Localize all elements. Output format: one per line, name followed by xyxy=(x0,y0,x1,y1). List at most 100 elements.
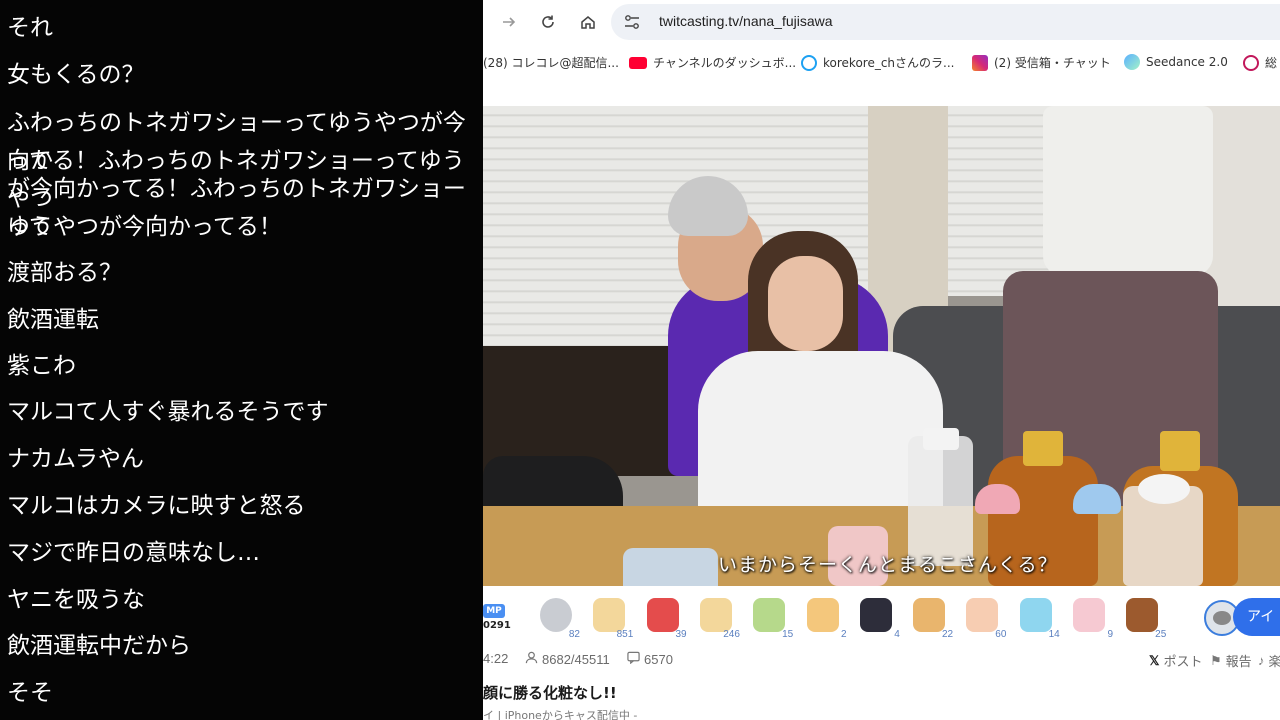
comment-line: 紫こわ xyxy=(7,353,76,379)
comment-line: ゆうやつが今向かってる！ xyxy=(7,214,282,240)
toast-gift-icon xyxy=(593,598,626,632)
niconico-icon xyxy=(801,54,817,71)
gift-count: 22 xyxy=(941,629,954,640)
toast-face-gift-icon xyxy=(699,598,732,632)
flower-toast-gift[interactable]: 9 xyxy=(1069,596,1113,640)
gift-count: 9 xyxy=(1107,629,1113,640)
gift-count: 15 xyxy=(782,629,794,640)
gift-count: 82 xyxy=(568,629,580,640)
reload-icon[interactable] xyxy=(534,8,562,36)
arrow-right-icon[interactable] xyxy=(495,8,523,36)
gift-count: 4 xyxy=(894,629,900,640)
comment-count-text: 6570 xyxy=(644,651,673,667)
music-label: 楽 xyxy=(1268,654,1280,669)
gift-count: 39 xyxy=(675,629,687,640)
item-button[interactable]: アイ xyxy=(1233,598,1280,636)
bread-flower-gift[interactable]: 22 xyxy=(909,596,953,640)
comment-icon xyxy=(627,651,640,667)
bookmark-item[interactable]: korekore_chさんのラ... xyxy=(801,54,954,71)
post-button[interactable]: 𝕏 ポスト xyxy=(1149,651,1203,670)
video-player[interactable]: いまからそーくんとまるこさんくる？ xyxy=(483,106,1280,586)
clap-gift-icon xyxy=(966,598,999,632)
santa-gift[interactable]: 39 xyxy=(643,596,687,640)
santa-gift-icon xyxy=(646,598,679,632)
music-button[interactable]: ♪ 楽 xyxy=(1258,651,1280,670)
youtube-icon xyxy=(629,56,647,69)
toast-orange-gift-icon xyxy=(806,598,839,632)
ninja-gift[interactable]: 4 xyxy=(856,596,900,640)
cup xyxy=(1073,484,1121,514)
instagram-icon xyxy=(972,54,988,71)
bookmark-item[interactable]: (2) 受信箱・チャット xyxy=(972,54,1111,71)
comment-line: マルコて人すぐ暴れるそうです xyxy=(7,399,329,425)
comment-line: ヤニを吸うな xyxy=(7,587,145,613)
bookmark-label: (28) コレコレ@超配信... xyxy=(483,56,619,70)
bookmark-item[interactable]: 総 xyxy=(1243,54,1277,71)
person-icon xyxy=(525,651,538,667)
toast-green-gift[interactable]: 15 xyxy=(749,596,793,640)
gift-count: 60 xyxy=(995,629,1007,640)
cup xyxy=(975,484,1020,514)
clap-gift[interactable]: 60 xyxy=(962,596,1006,640)
post-label: ポスト xyxy=(1163,654,1203,669)
bookmark-site-icon xyxy=(1243,54,1259,71)
mp-counter[interactable]: MP 0291 xyxy=(483,598,513,634)
comment-line: マジで昨日の意味なし… xyxy=(7,540,260,566)
home-icon[interactable] xyxy=(574,8,602,36)
bookmark-label: (2) 受信箱・チャット xyxy=(994,56,1111,70)
chestnut-gift[interactable]: 25 xyxy=(1122,596,1166,640)
flower-toast-gift-icon xyxy=(1073,598,1105,632)
ghost-gift-icon xyxy=(1019,598,1052,632)
screen: それ 女もくるの？ ふわっちのトネガワショーってゆうやつが今向か ってる！ふわっ… xyxy=(0,0,1280,720)
x-logo-icon: 𝕏 xyxy=(1149,652,1160,668)
music-note-icon: ♪ xyxy=(1258,653,1265,668)
bread-flower-gift-icon xyxy=(913,598,946,632)
gift-count: 246 xyxy=(723,629,740,640)
water-bottle xyxy=(908,436,973,566)
browser-toolbar: twitcasting.tv/nana_fujisawa xyxy=(483,0,1280,44)
gift-bar: MP 0291 82 851 39 246 15 2 4 22 60 14 9 25 アイ xyxy=(483,588,1280,646)
bookmark-item[interactable]: チャンネルのダッシュボ... xyxy=(629,54,796,71)
bookmark-label: チャンネルのダッシュボ... xyxy=(653,56,797,70)
comment-count: 6570 xyxy=(627,651,673,667)
elapsed-time-text: 4:22 xyxy=(483,651,509,666)
mp-badge: MP xyxy=(483,604,505,618)
stream-title: 顔に勝る化粧なし!! xyxy=(483,684,617,702)
comment-line: そそ xyxy=(7,680,53,706)
stream-stats: 4:22 8682/45511 6570 𝕏 ポスト ⚑ 報告 ♪ 楽 xyxy=(483,646,1280,672)
url-text: twitcasting.tv/nana_fujisawa xyxy=(659,13,833,29)
viewer-count-text: 8682/45511 xyxy=(542,651,610,667)
bookmark-item[interactable]: Seedance 2.0 xyxy=(1124,54,1228,70)
comment-line: 渡部おる？ xyxy=(7,260,122,286)
seedance-icon xyxy=(1124,54,1140,70)
cup xyxy=(623,548,718,586)
ghost-gift[interactable]: 14 xyxy=(1016,596,1060,640)
ninja-gift-icon xyxy=(859,598,892,632)
comment-line: それ xyxy=(7,15,53,41)
gift-count: 25 xyxy=(1155,629,1167,640)
bookmark-item[interactable]: (28) コレコレ@超配信... xyxy=(483,54,619,71)
comment-line: マルコはカメラに映すと怒る xyxy=(7,493,306,519)
comment-line: 飲酒運転 xyxy=(7,307,99,333)
report-label: 報告 xyxy=(1225,654,1252,669)
toast-green-gift-icon xyxy=(753,598,786,632)
chestnut-gift-icon xyxy=(1126,598,1159,632)
toast-face-gift[interactable]: 246 xyxy=(696,596,740,640)
report-button[interactable]: ⚑ 報告 xyxy=(1210,651,1252,670)
gift-count: 851 xyxy=(616,629,634,640)
tune-icon[interactable] xyxy=(623,13,643,31)
address-bar[interactable]: twitcasting.tv/nana_fujisawa xyxy=(611,4,1280,40)
bookmarks-bar: (28) コレコレ@超配信... チャンネルのダッシュボ... korekore… xyxy=(483,48,1280,78)
comment-line: ナカムラやん xyxy=(7,446,144,472)
elapsed-time: 4:22 xyxy=(483,651,508,666)
stream-subline: イ | iPhoneからキャス配信中 - xyxy=(483,709,638,720)
coin-gift[interactable]: 82 xyxy=(536,596,580,640)
toast-gift[interactable]: 851 xyxy=(589,596,633,640)
bookmark-label: 総 xyxy=(1265,56,1278,70)
mp-value: 0291 xyxy=(483,620,511,631)
comment-line: 飲酒運転中だから xyxy=(7,633,191,659)
bookmark-label: korekore_chさんのラ... xyxy=(823,56,955,70)
toast-orange-gift[interactable]: 2 xyxy=(803,596,847,640)
gift-count: 14 xyxy=(1048,629,1060,640)
flag-icon: ⚑ xyxy=(1210,652,1222,668)
